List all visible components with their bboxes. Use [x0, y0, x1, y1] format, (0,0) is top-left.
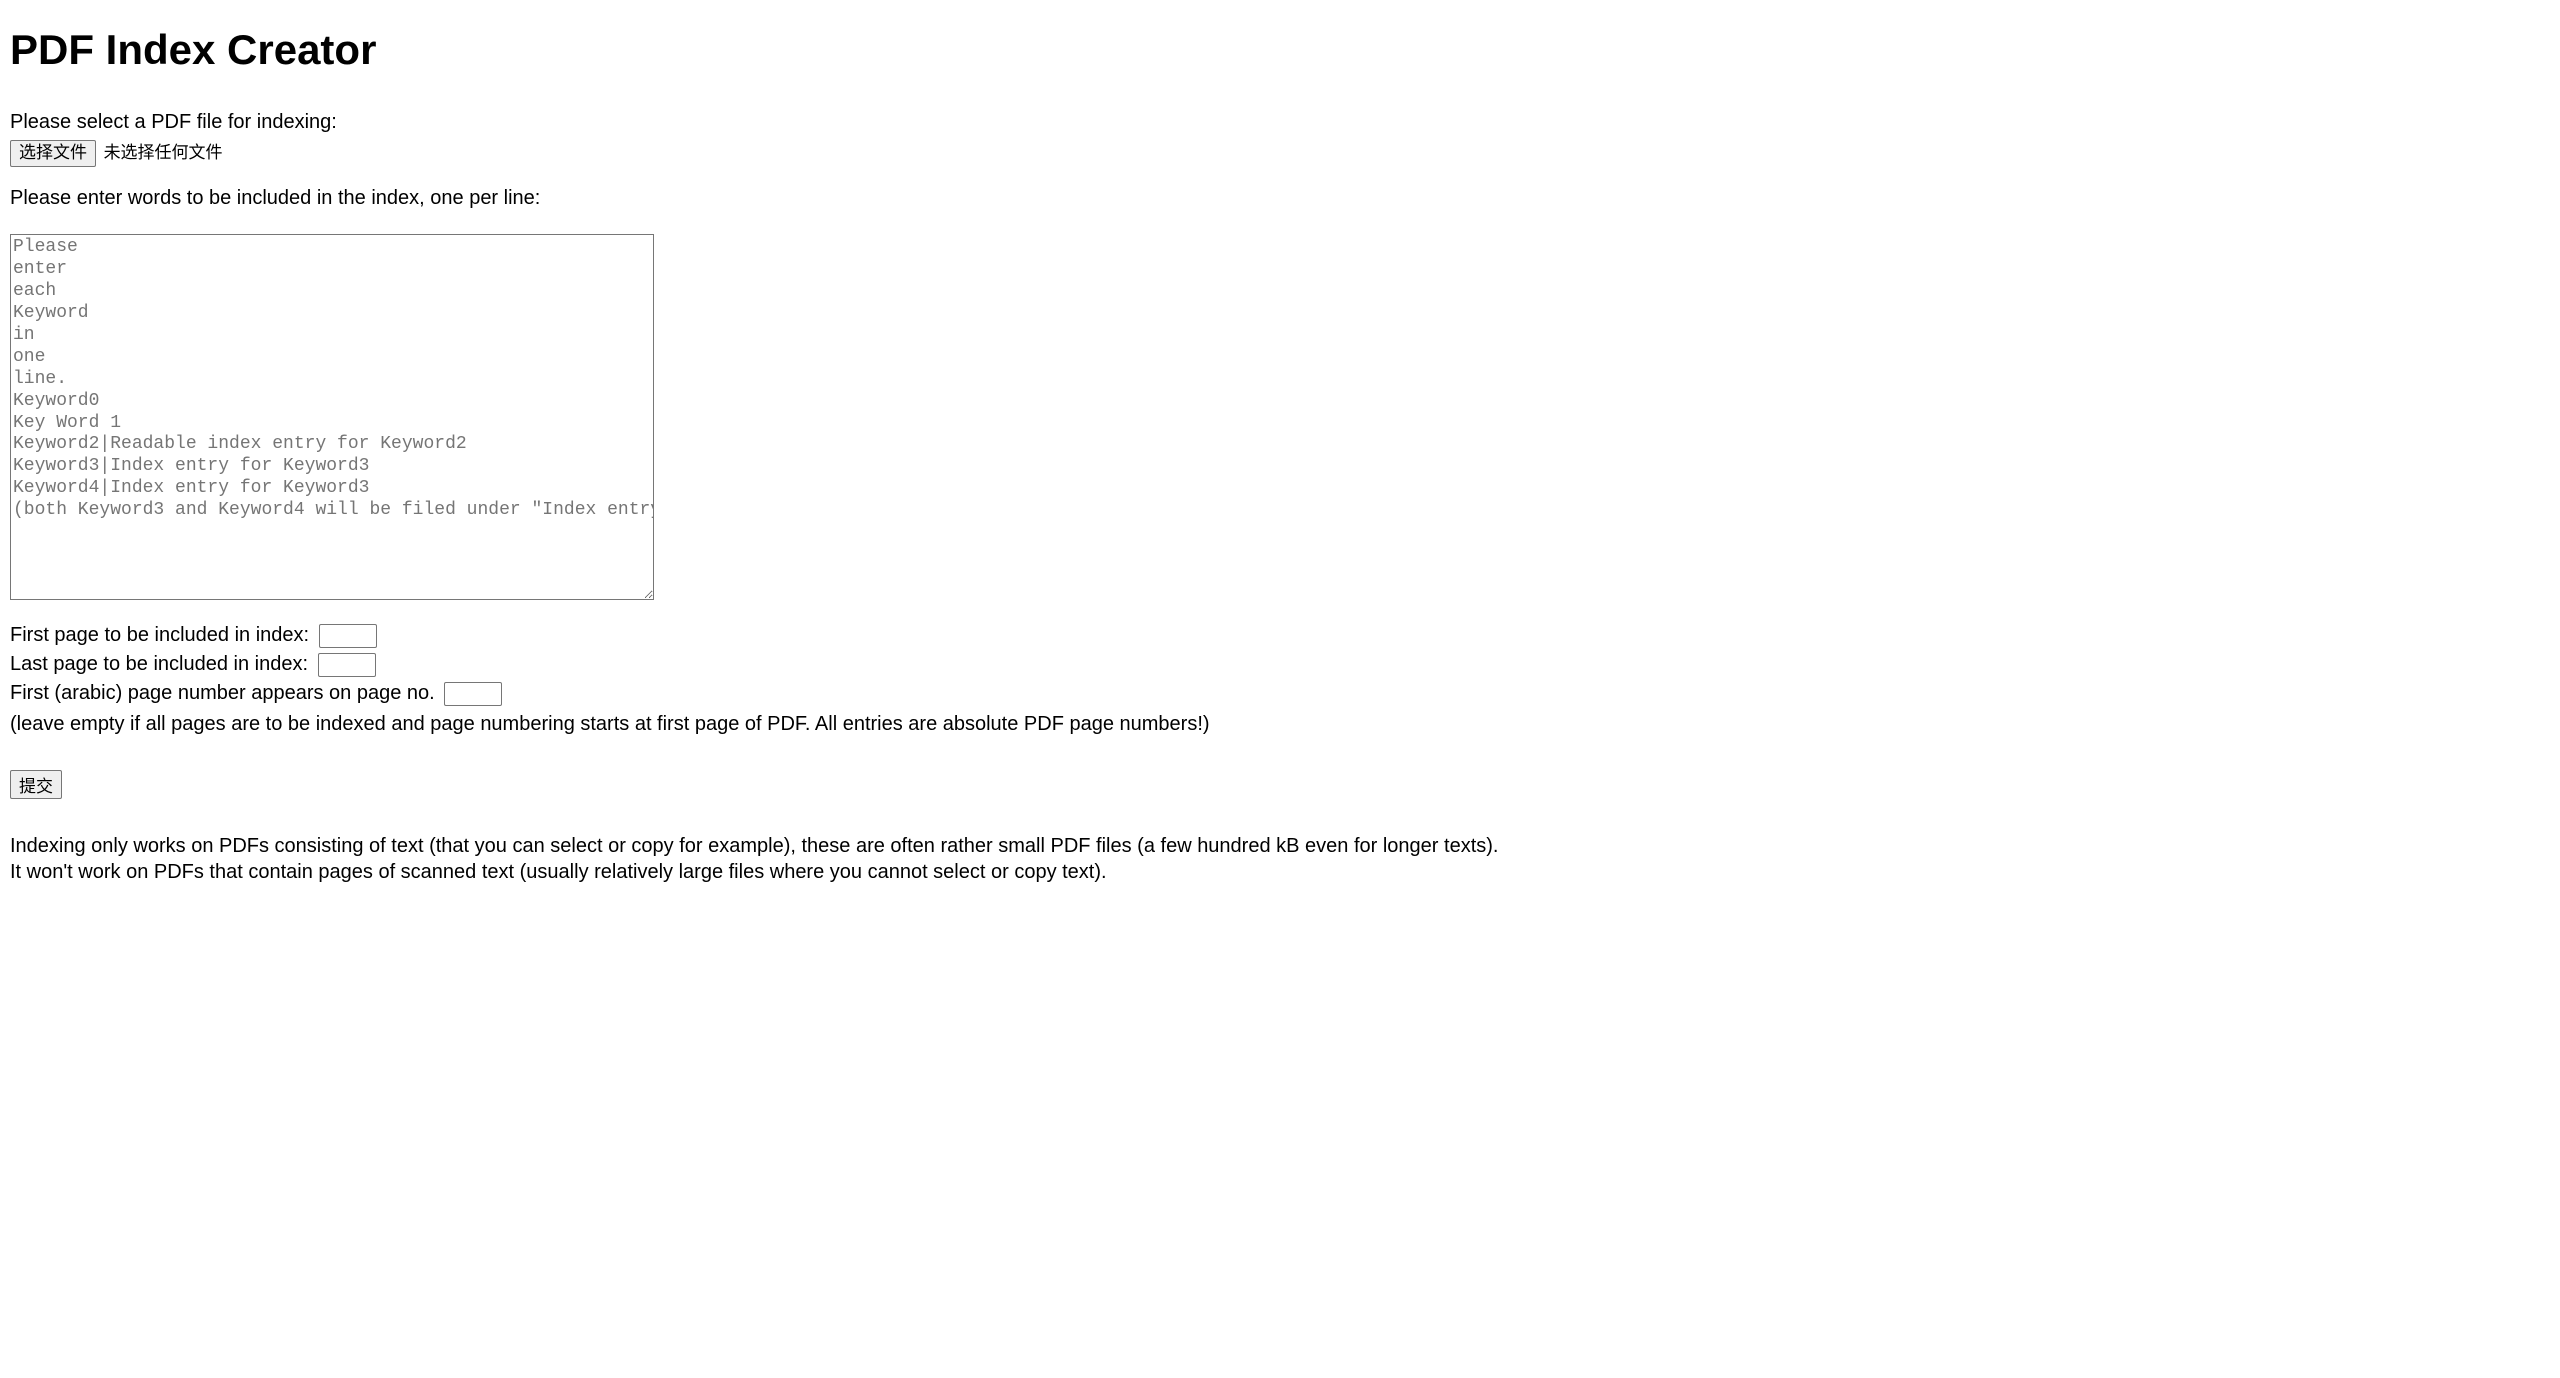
first-arabic-input[interactable] — [444, 682, 502, 706]
first-page-label: First page to be included in index: — [10, 624, 309, 646]
page-settings-hint: (leave empty if all pages are to be inde… — [10, 711, 2550, 738]
submit-button[interactable]: 提交 — [10, 770, 62, 799]
enter-words-prompt: Please enter words to be included in the… — [10, 185, 2550, 212]
info-line-2: It won't work on PDFs that contain pages… — [10, 859, 2550, 885]
file-status-text: 未选择任何文件 — [104, 143, 223, 162]
select-file-prompt: Please select a PDF file for indexing: — [10, 109, 2550, 136]
info-block: Indexing only works on PDFs consisting o… — [10, 833, 2550, 885]
keywords-textarea[interactable] — [10, 234, 654, 600]
page-title: PDF Index Creator — [10, 22, 2550, 79]
choose-file-button[interactable]: 选择文件 — [10, 140, 96, 167]
first-arabic-label: First (arabic) page number appears on pa… — [10, 682, 435, 704]
info-line-1: Indexing only works on PDFs consisting o… — [10, 833, 2550, 859]
last-page-input[interactable] — [318, 653, 376, 677]
page-settings-block: First page to be included in index: Last… — [10, 622, 2550, 738]
file-input-row: 选择文件 未选择任何文件 — [10, 140, 2550, 167]
last-page-label: Last page to be included in index: — [10, 653, 308, 675]
first-page-input[interactable] — [319, 624, 377, 648]
